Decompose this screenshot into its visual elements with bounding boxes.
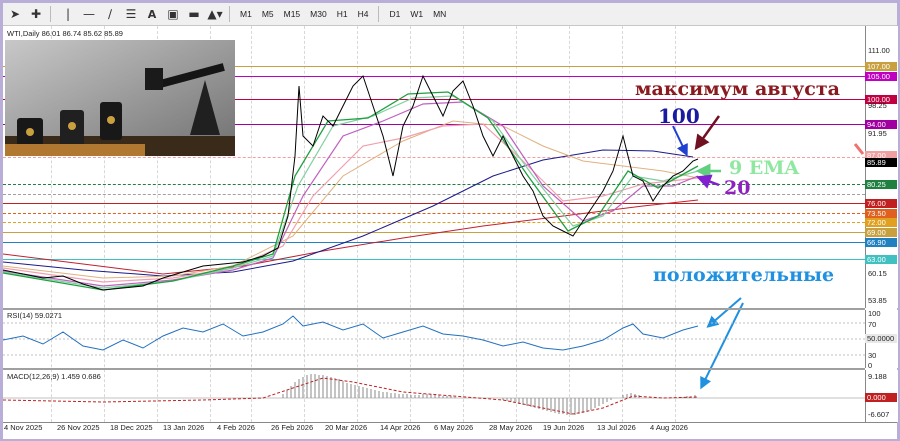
annotation-august-high: максимум августа	[635, 78, 840, 100]
price-tick: 111.00	[868, 46, 890, 55]
price-tick: 91.95	[868, 129, 887, 138]
rsi-tick: 0	[868, 361, 873, 370]
annotation-20: 20	[724, 177, 751, 199]
trendline-icon[interactable]: ∕	[101, 5, 119, 23]
date-tick: 26 Nov 2025	[57, 423, 100, 432]
current-price-label: 85.89	[865, 158, 897, 167]
level-label-105: 105.00	[865, 72, 897, 81]
chart-area[interactable]: WTI,Daily 86.01 86.74 85.62 85.89 111.00…	[3, 26, 898, 439]
rsi-line	[3, 315, 699, 351]
level-label-80: 80.25	[865, 180, 897, 189]
ohlc-values: 86.01 86.74 85.62 85.89	[41, 29, 123, 38]
text-icon[interactable]: A	[143, 5, 161, 23]
timeframe-m15[interactable]: M15	[279, 9, 306, 19]
date-tick: 4 Nov 2025	[4, 423, 43, 432]
level-label-107: 107.00	[865, 62, 897, 71]
level-label-67: 66.90	[865, 238, 897, 247]
rsi-tick: 50.0000	[865, 334, 897, 343]
date-tick: 19 Jun 2026	[543, 423, 585, 432]
macd-tick: 0.000	[865, 393, 897, 402]
rsi-tick: 30	[868, 351, 877, 360]
timeframe-m5[interactable]: M5	[257, 9, 279, 19]
date-tick: 18 Dec 2025	[110, 423, 153, 432]
ma200-line	[3, 199, 699, 275]
timeframe-w1[interactable]: W1	[405, 9, 428, 19]
date-tick: 20 Mar 2026	[325, 423, 368, 432]
level-label-63: 63.00	[865, 255, 897, 264]
annotation-9ema: 9 EMA	[729, 157, 800, 179]
crosshair-icon[interactable]: ✚	[27, 5, 45, 23]
level-label-72: 72.00	[865, 218, 897, 227]
annotation-positive: положительные	[653, 264, 835, 286]
price-tick: 98.25	[868, 101, 887, 110]
horizontal-line-icon[interactable]: —	[80, 5, 98, 23]
chart-toolbar: ➤ ✚ | — ∕ ☰ A ▣ ▬ ▲▾ M1 M5 M15 M30 H1 H4…	[3, 3, 897, 26]
date-tick: 14 Apr 2026	[380, 423, 421, 432]
macd-chart	[3, 374, 865, 415]
macd-tick: -6.607	[868, 410, 890, 419]
oil-barrels-image	[5, 40, 235, 156]
date-tick: 28 May 2026	[489, 423, 533, 432]
timeframe-m30[interactable]: M30	[305, 9, 332, 19]
price-tick: 60.15	[868, 269, 887, 278]
rectangle-icon[interactable]: ▬	[185, 5, 203, 23]
annotation-100: 100	[658, 104, 700, 128]
timeframe-h4[interactable]: H4	[353, 9, 374, 19]
level-label-73: 73.50	[865, 209, 897, 218]
rsi-tick: 100	[868, 309, 881, 318]
cursor-icon[interactable]: ➤	[6, 5, 24, 23]
date-tick: 13 Jul 2026	[597, 423, 636, 432]
timeframe-d1[interactable]: D1	[384, 9, 405, 19]
timeframe-mn[interactable]: MN	[428, 9, 451, 19]
chart-header: WTI,Daily 86.01 86.74 85.62 85.89	[7, 29, 123, 38]
vertical-line-icon[interactable]: |	[59, 5, 77, 23]
level-label-76: 76.00	[865, 199, 897, 208]
date-tick: 4 Feb 2026	[217, 423, 255, 432]
label-icon[interactable]: ▣	[164, 5, 182, 23]
instrument-label: WTI,Daily	[7, 29, 40, 38]
rsi-chart	[3, 315, 865, 356]
price-tick: 53.85	[868, 296, 887, 305]
macd-tick: 9.188	[868, 372, 887, 381]
timeframe-h1[interactable]: H1	[332, 9, 353, 19]
channel-icon[interactable]: ☰	[122, 5, 140, 23]
level-label-94: 94.00	[865, 120, 897, 129]
rsi-tick: 70	[868, 320, 877, 329]
date-tick: 26 Feb 2026	[271, 423, 314, 432]
level-label-69: 69.00	[865, 228, 897, 237]
timeframe-m1[interactable]: M1	[235, 9, 257, 19]
shapes-menu-icon[interactable]: ▲▾	[206, 5, 224, 23]
date-tick: 13 Jan 2026	[163, 423, 205, 432]
date-tick: 4 Aug 2026	[650, 423, 688, 432]
date-tick: 6 May 2026	[434, 423, 474, 432]
macd-histogram	[282, 374, 696, 415]
